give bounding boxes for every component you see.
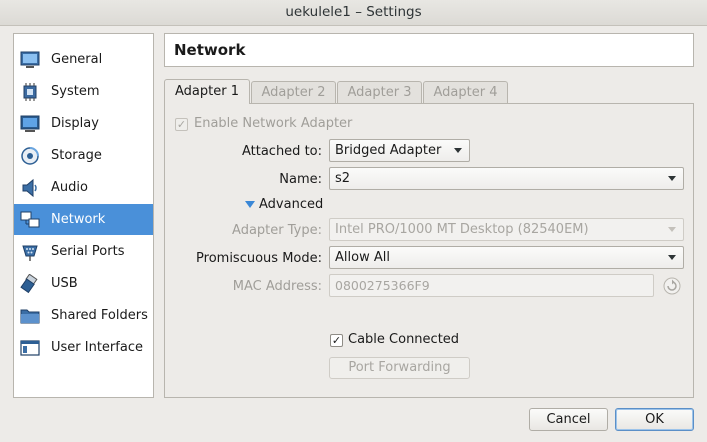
mac-address-label: MAC Address: xyxy=(232,279,322,294)
sidebar-item-network[interactable]: Network xyxy=(14,204,153,235)
sidebar-item-general[interactable]: General xyxy=(14,44,153,75)
tab-adapter-3[interactable]: Adapter 3 xyxy=(337,81,422,103)
sidebar-item-serial-ports[interactable]: Serial Ports xyxy=(14,236,153,267)
expand-triangle-icon[interactable] xyxy=(245,201,255,208)
adapter-panel: ✓ Enable Network Adapter Attached to: Br… xyxy=(164,103,694,398)
name-label: Name: xyxy=(279,172,322,187)
sidebar-item-label: Shared Folders xyxy=(51,308,148,323)
tab-label: Adapter 4 xyxy=(433,85,498,100)
sidebar-item-label: System xyxy=(51,84,100,99)
sidebar-item-shared-folders[interactable]: Shared Folders xyxy=(14,300,153,331)
serial-port-icon xyxy=(19,241,41,263)
tab-label: Adapter 3 xyxy=(347,85,412,100)
sidebar-item-label: Serial Ports xyxy=(51,244,125,259)
attached-to-value: Bridged Adapter xyxy=(335,143,442,158)
cable-connected-checkbox[interactable]: ✓ xyxy=(330,334,343,347)
chevron-down-icon xyxy=(454,148,462,153)
sidebar-item-system[interactable]: System xyxy=(14,76,153,107)
sidebar-item-user-interface[interactable]: User Interface xyxy=(14,332,153,363)
tab-label: Adapter 2 xyxy=(261,85,326,100)
adapter-type-label: Adapter Type: xyxy=(232,223,322,238)
chevron-down-icon xyxy=(668,176,676,181)
mac-address-value: 0800275366F9 xyxy=(335,278,430,293)
ok-button[interactable]: OK xyxy=(615,408,694,431)
chevron-down-icon xyxy=(668,227,676,232)
sidebar-item-label: General xyxy=(51,52,103,67)
window-icon xyxy=(19,337,41,359)
attached-to-label: Attached to: xyxy=(241,144,322,159)
advanced-toggle[interactable]: Advanced xyxy=(259,197,323,212)
name-value: s2 xyxy=(335,171,351,186)
display-icon xyxy=(19,113,41,135)
sidebar-item-display[interactable]: Display xyxy=(14,108,153,139)
window-title: uekulele1 – Settings xyxy=(285,4,422,20)
settings-sidebar: General System Display Storage Audio Net… xyxy=(13,33,154,398)
promiscuous-mode-value: Allow All xyxy=(335,250,390,265)
cancel-label: Cancel xyxy=(546,412,591,427)
tab-label: Adapter 1 xyxy=(175,84,239,99)
promiscuous-mode-select[interactable]: Allow All xyxy=(329,246,684,269)
refresh-icon xyxy=(663,277,681,295)
sidebar-item-usb[interactable]: USB xyxy=(14,268,153,299)
tab-adapter-4[interactable]: Adapter 4 xyxy=(423,81,508,103)
sidebar-item-label: Display xyxy=(51,116,99,131)
sidebar-item-label: USB xyxy=(51,276,78,291)
adapter-type-select[interactable]: Intel PRO/1000 MT Desktop (82540EM) xyxy=(329,218,684,241)
storage-disc-icon xyxy=(19,145,41,167)
mac-address-field[interactable]: 0800275366F9 xyxy=(329,274,654,297)
sidebar-item-label: User Interface xyxy=(51,340,143,355)
port-forwarding-label: Port Forwarding xyxy=(348,360,451,375)
enable-adapter-checkbox[interactable]: ✓ xyxy=(175,118,188,131)
sidebar-item-label: Network xyxy=(51,212,106,227)
sidebar-item-label: Storage xyxy=(51,148,102,163)
cancel-button[interactable]: Cancel xyxy=(529,408,608,431)
chevron-down-icon xyxy=(668,255,676,260)
promiscuous-mode-label: Promiscuous Mode: xyxy=(196,251,322,266)
sidebar-item-storage[interactable]: Storage xyxy=(14,140,153,171)
refresh-mac-button[interactable] xyxy=(662,276,682,296)
ok-label: OK xyxy=(645,412,664,427)
tab-adapter-2[interactable]: Adapter 2 xyxy=(251,81,336,103)
name-select[interactable]: s2 xyxy=(329,167,684,190)
folder-icon xyxy=(19,305,41,327)
window-titlebar[interactable]: uekulele1 – Settings xyxy=(0,0,707,26)
usb-icon xyxy=(19,273,41,295)
port-forwarding-button[interactable]: Port Forwarding xyxy=(329,357,470,379)
chip-icon xyxy=(19,81,41,103)
network-icon xyxy=(19,209,41,231)
sidebar-item-audio[interactable]: Audio xyxy=(14,172,153,203)
attached-to-select[interactable]: Bridged Adapter xyxy=(329,139,470,162)
settings-window-body: General System Display Storage Audio Net… xyxy=(0,26,707,442)
cable-connected-label: Cable Connected xyxy=(348,332,460,347)
enable-adapter-label: Enable Network Adapter xyxy=(194,116,353,131)
adapter-type-value: Intel PRO/1000 MT Desktop (82540EM) xyxy=(335,222,589,237)
tab-adapter-1[interactable]: Adapter 1 xyxy=(164,79,250,104)
speaker-icon xyxy=(19,177,41,199)
sidebar-item-label: Audio xyxy=(51,180,88,195)
monitor-icon xyxy=(19,49,41,71)
page-title: Network xyxy=(174,41,246,59)
page-header: Network xyxy=(164,33,694,67)
